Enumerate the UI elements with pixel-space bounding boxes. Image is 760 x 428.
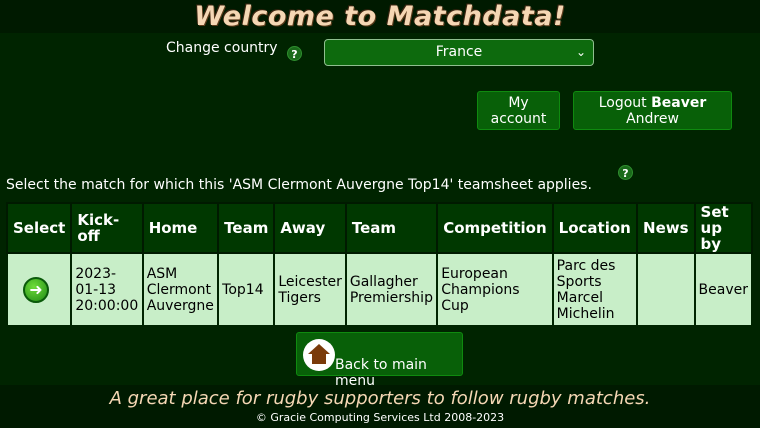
header-news: News	[636, 202, 696, 254]
cell-setup-by: Beaver	[693, 252, 754, 327]
cell-news	[636, 252, 696, 327]
header-away-team: Team	[344, 202, 439, 254]
header-select: Select	[5, 202, 73, 254]
country-selected-value: France	[435, 44, 483, 60]
footer-copyright: © Gracie Computing Services Ltd 2008-202…	[255, 411, 505, 424]
change-country-label: Change country	[166, 40, 278, 56]
my-account-button[interactable]: My account	[477, 91, 560, 130]
cell-home-team: Top14	[217, 252, 276, 327]
chevron-down-icon: ⌄	[575, 45, 586, 59]
matches-table: Select Kick-off Home Team Away Team Comp…	[5, 202, 754, 327]
page-title: Welcome to Matchdata!	[194, 1, 566, 32]
logout-label: Logout	[598, 95, 652, 111]
country-select[interactable]: France ⌄	[324, 39, 594, 66]
header-location: Location	[551, 202, 639, 254]
table-row: ➜ 2023-01-13 20:00:00 ASM Clermont Auver…	[5, 252, 754, 327]
instructions-text: Select the match for which this 'ASM Cle…	[6, 177, 592, 193]
my-account-label-line1: My	[508, 95, 529, 111]
header-kickoff: Kick-off	[70, 202, 144, 254]
home-icon	[303, 339, 335, 371]
header-competition: Competition	[436, 202, 554, 254]
back-to-main-menu-button[interactable]: Back to main menu	[296, 332, 463, 389]
my-account-label-line2: account	[490, 111, 547, 127]
cell-kickoff: 2023-01-13 20:00:00	[70, 252, 144, 327]
user-firstname: Andrew	[626, 111, 679, 127]
header-home: Home	[141, 202, 220, 254]
header-away: Away	[273, 202, 347, 254]
header-home-team: Team	[217, 202, 276, 254]
cell-location: Parc des Sports Marcel Michelin	[551, 252, 639, 327]
logout-button[interactable]: Logout Beaver Andrew	[573, 91, 732, 130]
user-surname: Beaver	[651, 95, 707, 111]
cell-home: ASM Clermont Auvergne	[141, 252, 220, 327]
cell-competition: European Champions Cup	[436, 252, 554, 327]
instructions-help-icon[interactable]: ?	[618, 165, 633, 180]
cell-away: Leicester Tigers	[273, 252, 347, 327]
cell-away-team: Gallagher Premiership	[344, 252, 439, 327]
header-setup-by: Set up by	[693, 202, 754, 254]
arrow-right-icon[interactable]: ➜	[23, 276, 49, 303]
footer-tagline: A great place for rugby supporters to fo…	[109, 388, 651, 409]
country-help-icon[interactable]: ?	[287, 46, 302, 61]
cell-select: ➜	[5, 252, 73, 327]
table-header-row: Select Kick-off Home Team Away Team Comp…	[5, 202, 754, 254]
